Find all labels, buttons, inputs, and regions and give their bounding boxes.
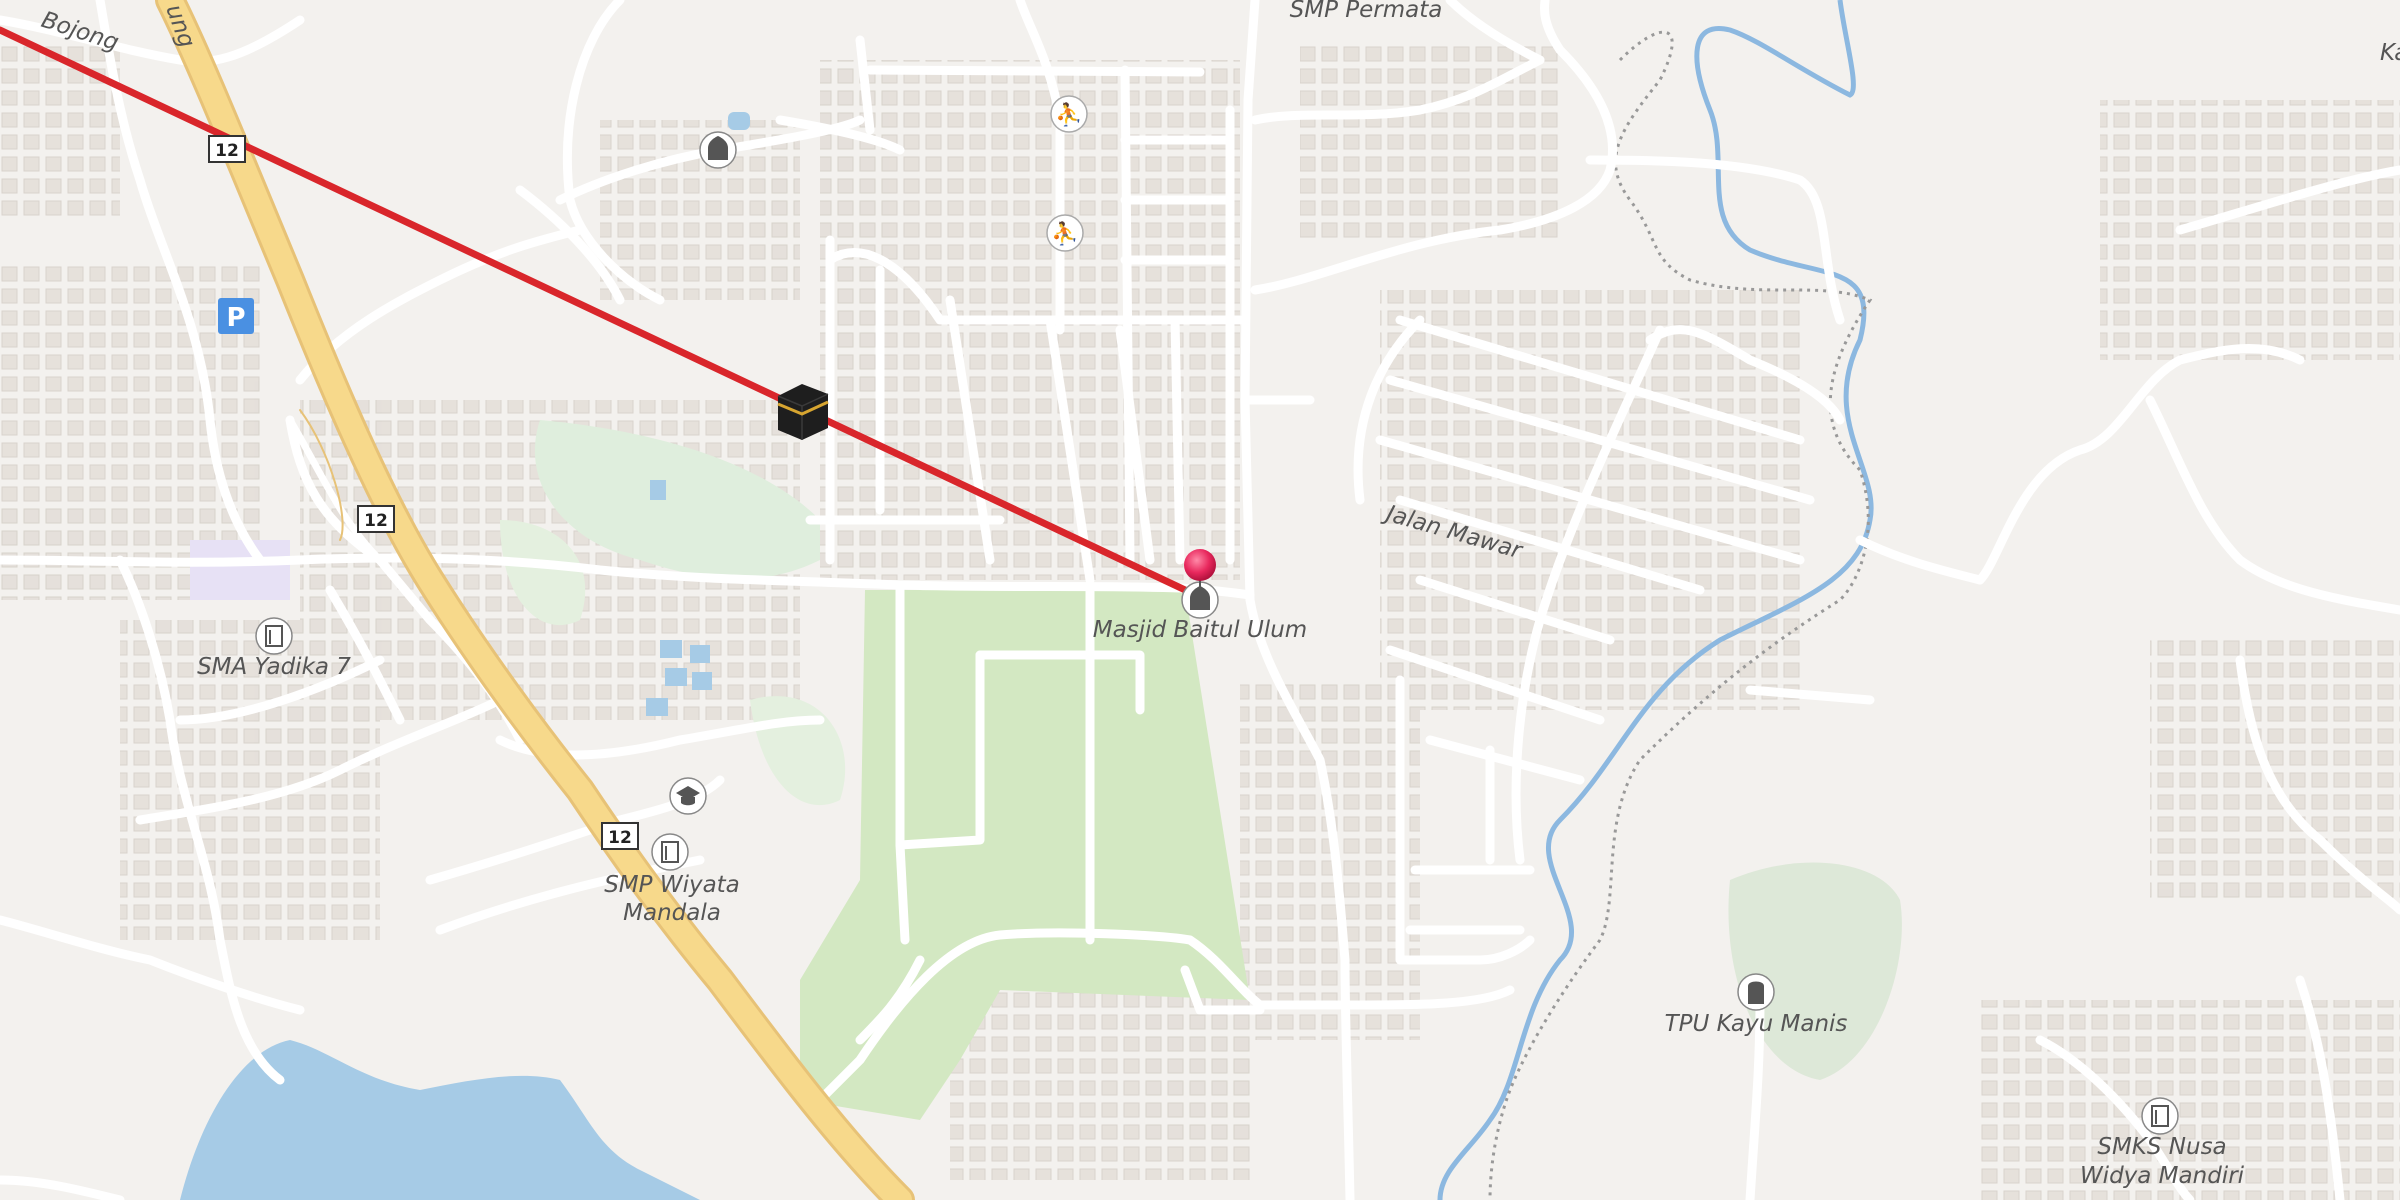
road-shield-12-middle: 12 [357, 505, 395, 533]
sports-icon[interactable]: ⛹ [1046, 214, 1084, 252]
map-canvas[interactable]: 12 12 12 P ⛹ ⛹ SMP Permata Jalan Mawar M… [0, 0, 2400, 1200]
sports-icon[interactable]: ⛹ [1050, 95, 1088, 133]
label-smks-widya-mandiri: Widya Mandiri [2080, 1163, 2245, 1189]
school-icon[interactable] [651, 833, 689, 871]
mosque-icon[interactable] [699, 131, 737, 169]
label-sma-yadika-7: SMA Yadika 7 [197, 654, 351, 680]
graduation-cap-icon[interactable] [669, 777, 707, 815]
label-smp-wiyata: SMP Wiyata [604, 872, 740, 898]
label-smp-permata: SMP Permata [1290, 0, 1443, 23]
road-shield-12-top: 12 [208, 135, 246, 163]
parking-symbol: P [226, 303, 245, 333]
road-shield-label: 12 [364, 511, 388, 531]
svg-text:⛹: ⛹ [1055, 101, 1082, 128]
school-icon[interactable] [255, 617, 293, 655]
svg-text:⛹: ⛹ [1051, 220, 1078, 247]
cemetery-icon[interactable] [1737, 973, 1775, 1011]
road-shield-12-bottom: 12 [601, 822, 639, 850]
road-shield-label: 12 [608, 828, 632, 848]
label-tpu-kayu-manis: TPU Kayu Manis [1665, 1011, 1848, 1037]
parking-icon[interactable]: P [218, 298, 254, 334]
label-smks-nusa: SMKS Nusa [2097, 1134, 2226, 1160]
label-smp-wiyata-mandala: Mandala [623, 900, 721, 926]
label-edge-top-right: Ka [2380, 40, 2400, 66]
label-masjid-baitul-ulum: Masjid Baitul Ulum [1093, 617, 1307, 643]
road-shield-label: 12 [215, 141, 239, 161]
school-icon[interactable] [2141, 1097, 2179, 1135]
